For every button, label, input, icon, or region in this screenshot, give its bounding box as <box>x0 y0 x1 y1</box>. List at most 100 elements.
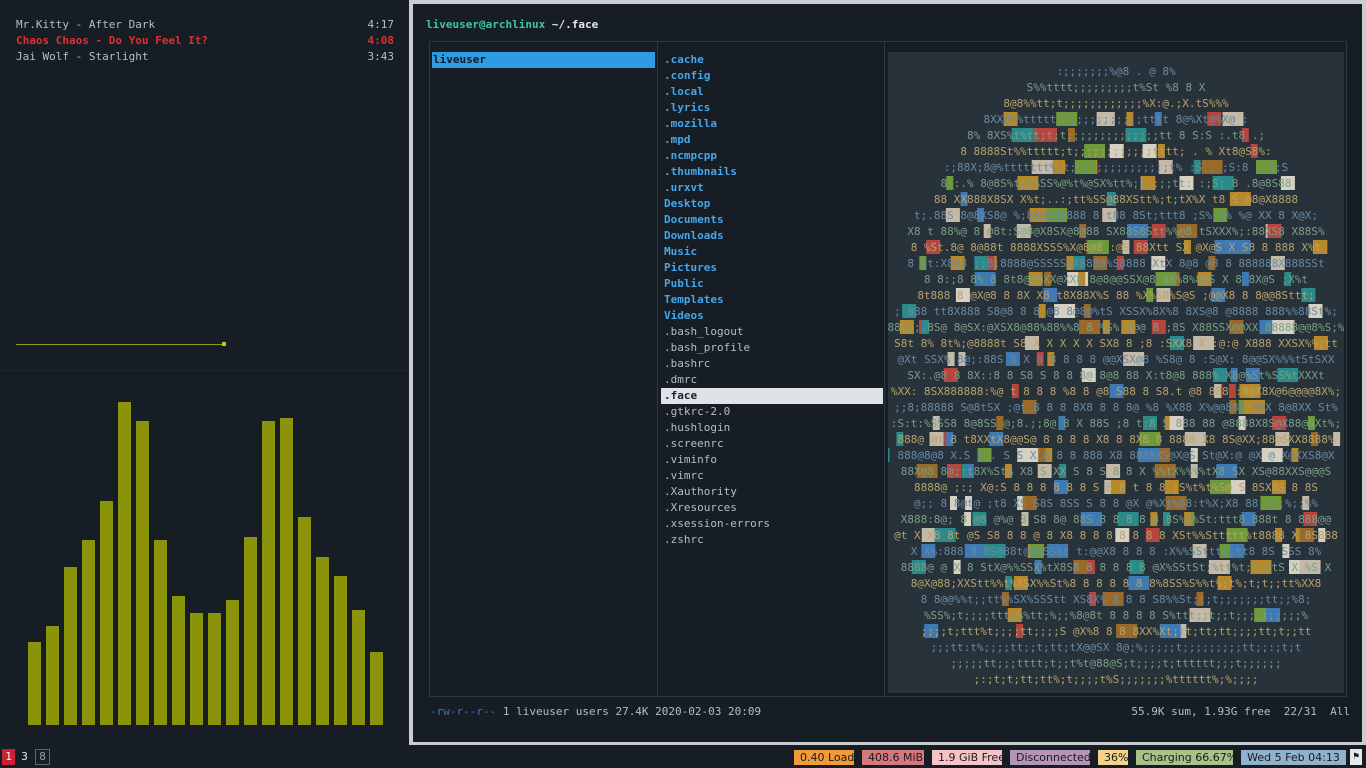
ascii-line: :;;;;;;;%@8 . @ 8% <box>1056 65 1176 78</box>
visualizer-bar <box>262 421 275 725</box>
file-entry[interactable]: .bashrc <box>661 356 883 372</box>
current-path: ~/.face <box>551 18 599 31</box>
ascii-line: %XX: 8SX888888:%@ t 8 8 8 %8 8 @8 S88 8 … <box>891 385 1341 398</box>
song-title: Jai Wolf - Starlight <box>16 50 149 63</box>
dir-entry[interactable]: .mozilla <box>661 116 883 132</box>
ascii-line: S%%tttt;;;;;;;;;t%St %8 8 X <box>1027 81 1206 94</box>
ascii-line: 8@8%%tt;t;;;;;;;;;;;;%X:@.;X.tS%%% <box>1003 97 1229 110</box>
dir-entry[interactable]: Public <box>661 276 883 292</box>
visualizer-bar <box>316 557 329 725</box>
visualizer-bar <box>82 540 95 725</box>
visualizer-bar <box>352 610 365 725</box>
file-entry[interactable]: .dmrc <box>661 372 883 388</box>
visualizer-bar <box>154 540 167 725</box>
visualizer-bar <box>208 613 221 725</box>
status-badge: 408.6 MiB <box>862 750 924 765</box>
dir-entry[interactable]: Pictures <box>661 260 883 276</box>
parent-dir-entry[interactable]: liveuser <box>432 52 655 68</box>
ascii-line: 8 :.% 8@8S%tSS%SS%@%t%@SX%tt%;;;;;;tt: :… <box>941 177 1292 190</box>
parent-column: liveuser <box>430 42 658 696</box>
file-entry[interactable]: .screenrc <box>661 436 883 452</box>
file-entry-selected[interactable]: .face <box>661 388 883 404</box>
dir-entry[interactable]: .lyrics <box>661 100 883 116</box>
dir-entry[interactable]: .thumbnails <box>661 164 883 180</box>
path-title: liveuser@archlinux ~/.face <box>426 17 598 33</box>
ascii-line: SX88X:;.8S@ 8@SX:@XSX8@88%88%%8 8 %S% 8@… <box>888 321 1344 334</box>
dir-entry[interactable]: .mpd <box>661 132 883 148</box>
dir-entry[interactable]: Videos <box>661 308 883 324</box>
status-badge: 1.9 GiB Free <box>932 750 1005 765</box>
audio-visualizer <box>0 371 409 725</box>
ascii-line: :;88X;8@%ttttttt%tt;t;;;;;;;;;;;;;t% :S.… <box>944 161 1288 174</box>
visualizer-bar <box>190 613 203 725</box>
ascii-line: X X%:888 8 8S@88t@@XSSSt t:@@X8 8 8 8 :X… <box>911 545 1322 558</box>
scroll-indicator: All <box>1330 705 1350 718</box>
ascii-line: ;;;;;tt;;;tttt;t;;t%t@88@S;t;;;;t;tttttt… <box>950 657 1281 670</box>
dir-entry[interactable]: Documents <box>661 212 883 228</box>
visualizer-bar <box>334 576 347 725</box>
dir-entry[interactable]: Templates <box>661 292 883 308</box>
file-permissions: -rw-r--r-- <box>430 705 497 718</box>
ascii-line: 8 %St.8@ 8@88t 8888XSSS%X@8@8 :@S 88Xtt … <box>911 241 1322 254</box>
visualizer-bar <box>64 567 77 725</box>
ascii-line: t;.88S 8@8XS8@ %;8888@8888 8 t88 8St;ttt… <box>914 209 1318 222</box>
file-entry[interactable]: .viminfo <box>661 452 883 468</box>
ascii-block <box>888 448 890 462</box>
status-badge: Wed 5 Feb 04:13 <box>1241 750 1346 765</box>
ascii-line: S8t 8% 8t%;@8888t S8 X X X X X SX8 8 ;8 … <box>894 337 1338 350</box>
dir-entry[interactable]: .cache <box>661 52 883 68</box>
file-entry[interactable]: .gtkrc-2.0 <box>661 404 883 420</box>
workspace-3[interactable]: 3 <box>18 749 31 765</box>
dir-entry[interactable]: Desktop <box>661 196 883 212</box>
tray-icon[interactable]: ⚑ <box>1350 749 1362 765</box>
visualizer-bar <box>172 596 185 725</box>
file-manager-window: liveuser@archlinux ~/.face liveuser .cac… <box>409 0 1366 745</box>
ascii-line: X8 t 88%@ 8 @8t:S@8@X8SX@8@88 SX88S8Stt%… <box>907 225 1325 238</box>
ascii-line: @t X X8 8t @S S8 8 8 @ 8 X8 8 8 8 8 8 8 … <box>894 529 1338 542</box>
disk-summary: 55.9K sum, 1.93G free <box>1131 705 1271 718</box>
visualizer-bar <box>226 600 239 725</box>
file-entry[interactable]: .zshrc <box>661 532 883 548</box>
file-entry[interactable]: .Xauthority <box>661 484 883 500</box>
dir-entry[interactable]: Music <box>661 244 883 260</box>
file-entry[interactable]: .bash_profile <box>661 340 883 356</box>
ascii-line: 8% 8XS%t%tt;t;t;;;;;;;;;;;;;;tt 8 S:S :.… <box>967 129 1265 142</box>
user-host: liveuser@archlinux <box>426 18 546 31</box>
dir-entry[interactable]: .local <box>661 84 883 100</box>
playlist-item[interactable]: Mr.Kitty - After Dark 4:17 <box>16 17 394 33</box>
ascii-line: 8@X@88;XXStt%%t%XSX%%St%8 8 8 8 8 8 8%8S… <box>911 577 1322 590</box>
playback-progress-knob[interactable] <box>222 342 226 346</box>
file-entry[interactable]: .bash_logout <box>661 324 883 340</box>
ascii-line: 8 8:;8 8% 8 8t8@@@XX@XX8 8@8@@SSX@8 8X%8… <box>924 273 1308 286</box>
dir-entry[interactable]: Downloads <box>661 228 883 244</box>
file-entry[interactable]: .hushlogin <box>661 420 883 436</box>
visualizer-bar <box>136 421 149 725</box>
visualizer-bar <box>244 537 257 725</box>
visualizer-bar <box>298 517 311 725</box>
ascii-line: 8 8t:X888 ;;8:8888@SSSSS%X8888%S8888 XtX… <box>907 257 1324 270</box>
ascii-line: ;:;t;t;tt;tt%;t;;;;t%S;;;;;;;%tttttt%;%;… <box>974 673 1259 686</box>
visualizer-bar <box>118 402 131 725</box>
file-entry[interactable]: .Xresources <box>661 500 883 516</box>
ascii-line: ; 888 tt8X888 S8@8 8 8 @8 8@8@%tS XSSX%8… <box>894 305 1338 318</box>
dir-entry[interactable]: .urxvt <box>661 180 883 196</box>
playlist: Mr.Kitty - After Dark 4:17 Chaos Chaos -… <box>16 17 394 65</box>
dir-entry[interactable]: .ncmpcpp <box>661 148 883 164</box>
ascii-line: :S:t:%SSS8 8@8SS @;8.;;8@ 8 X 88S ;8 t:8… <box>891 417 1341 430</box>
workspace-1[interactable]: 1 <box>2 749 15 765</box>
playlist-item-now-playing[interactable]: Chaos Chaos - Do You Feel It? 4:08 <box>16 33 394 49</box>
status-bar: 1 3 8 0.40 Load 408.6 MiB 1.9 GiB Free Disc… <box>0 745 1366 768</box>
ascii-line: 8 8@@%%t;;tt%%SX%SSStt XS8X% 8 8 8 S8%%S… <box>921 593 1312 606</box>
workspace-8[interactable]: 8 <box>35 749 50 765</box>
playback-progress-bar[interactable] <box>16 344 224 345</box>
ascii-line: 8t888 8 @X@8 8 8X X8 t8X88X%S 88 %X%S8%S… <box>917 289 1314 302</box>
ascii-line: 8 8888St%%ttttt;t;;;;;;;;;;;;tttt; . % X… <box>960 145 1271 158</box>
file-entry[interactable]: .vimrc <box>661 468 883 484</box>
file-entry[interactable]: .xsession-errors <box>661 516 883 532</box>
playlist-item[interactable]: Jai Wolf - Starlight 3:43 <box>16 49 394 65</box>
dir-entry[interactable]: .config <box>661 68 883 84</box>
current-column: .cache .config .local .lyrics .mozilla .mpd .n… <box>658 42 885 696</box>
ascii-line: 88X@8 8@;:t8X%St% X8 S XX S 8 S 8 8 X %%… <box>901 465 1331 478</box>
visualizer-bar <box>100 501 113 725</box>
terminal[interactable]: liveuser@archlinux ~/.face liveuser .cac… <box>413 4 1362 742</box>
